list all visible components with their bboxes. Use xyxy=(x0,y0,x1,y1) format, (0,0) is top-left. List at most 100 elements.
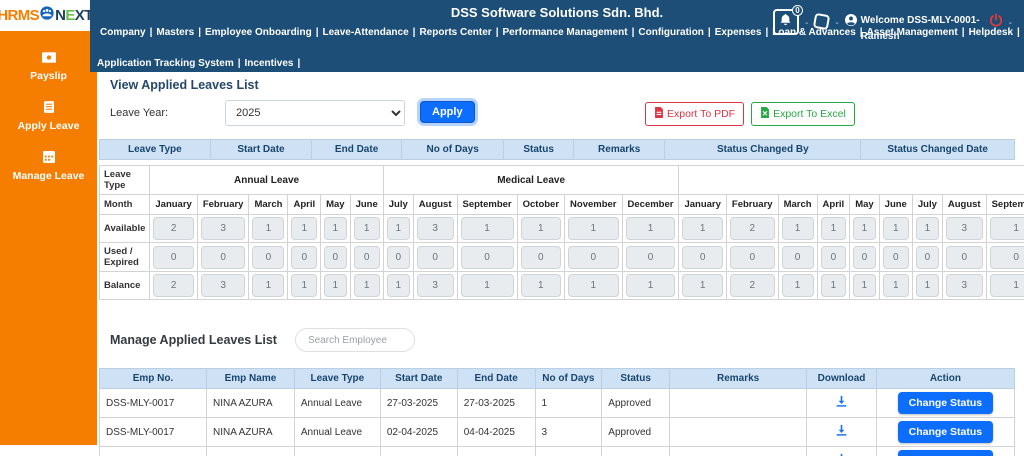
cell-emp-name: NINA AZURA xyxy=(206,388,295,418)
cell-status: Approved xyxy=(601,417,670,447)
balance-cell: 3 xyxy=(412,214,458,243)
balance-row-label: Balance xyxy=(98,271,151,300)
excel-file-icon xyxy=(760,107,770,121)
balance-cell: 1 xyxy=(248,214,289,243)
balance-cell: 1 xyxy=(456,214,518,243)
cell-emp-name: NINA AZURA xyxy=(206,446,295,456)
balance-cell: 1 xyxy=(320,214,351,243)
sub-nav: Application Tracking System | Incentives | xyxy=(97,58,304,69)
balance-value: 1 xyxy=(989,217,1024,240)
cell-emp-no: DSS-MLY-0017 xyxy=(98,388,208,418)
header-cell-status-changed-by: Status Changed By xyxy=(664,139,862,160)
download-arrow-icon[interactable] xyxy=(835,424,848,440)
nav-item-incentives[interactable]: Incentives xyxy=(245,58,294,69)
balance-value: 1 xyxy=(820,274,847,297)
balance-value: 0 xyxy=(915,245,939,269)
welcome-text: Welcome DSS-MLY-0001-Ramesh xyxy=(860,15,980,42)
header-cell-no-of-days: No of Days xyxy=(400,139,505,160)
download-arrow-icon[interactable] xyxy=(835,395,848,411)
power-icon[interactable] xyxy=(989,13,1003,32)
balance-cell: 1 xyxy=(777,271,818,300)
balance-value: 1 xyxy=(853,274,876,297)
nav-item-company[interactable]: Company xyxy=(100,27,146,38)
header-actions: 0 - - Welcome DSS-MLY-0001-Ramesh - xyxy=(772,5,1012,44)
balance-cell: 3 xyxy=(196,214,250,243)
cell-download xyxy=(806,417,877,447)
balance-group-row: Leave Type Annual Leave Medical Leave xyxy=(98,165,1024,195)
export-pdf-label: Export To PDF xyxy=(667,108,736,120)
sidebar-item-apply-leave[interactable]: Apply Leave xyxy=(0,100,97,134)
balance-cell: 0 xyxy=(320,242,351,272)
sidebar-item-label: Manage Leave xyxy=(12,170,85,182)
manage-header-action: Action xyxy=(875,368,1016,389)
change-status-button[interactable]: Change Status xyxy=(897,450,994,456)
balance-value: 1 xyxy=(915,274,939,297)
balance-month-cell: February xyxy=(196,194,250,215)
filter-controls: Leave Year: 2025 Apply Export To PDF Exp… xyxy=(97,98,1024,134)
change-status-button[interactable]: Change Status xyxy=(897,392,994,414)
sidebar-item-payslip[interactable]: Payslip xyxy=(0,50,97,84)
search-employee-input[interactable] xyxy=(294,328,415,352)
balance-cell: 0 xyxy=(248,242,289,272)
balance-value: 1 xyxy=(989,274,1024,297)
balance-value: 1 xyxy=(781,217,814,240)
balance-row-available: Available 2 3 1 1 1 1 1 3 1 1 1 1 1 2 1 … xyxy=(98,214,1024,243)
nav-item-masters[interactable]: Masters xyxy=(156,27,194,38)
manage-title: Manage Applied Leaves List xyxy=(110,333,277,347)
balance-cell: 1 xyxy=(816,214,851,243)
cell-no-of-days: 1 xyxy=(534,388,603,418)
nav-item-employee-onboarding[interactable]: Employee Onboarding xyxy=(205,27,312,38)
nav-item-performance-management[interactable]: Performance Management xyxy=(503,27,628,38)
cell-emp-no: DSS-MLY-0017 xyxy=(98,446,208,456)
manage-header-row: Emp No. Emp Name Leave Type Start Date End D… xyxy=(98,368,1016,389)
cell-emp-name: NINA AZURA xyxy=(206,417,295,447)
nav-item-leave-attendance[interactable]: Leave-Attendance xyxy=(323,27,409,38)
nav-item-application-tracking-system[interactable]: Application Tracking System xyxy=(97,58,234,69)
leave-year-select[interactable]: 2025 xyxy=(225,100,405,126)
balance-month-cell: March xyxy=(777,194,818,215)
manage-header-download: Download xyxy=(806,368,877,389)
sidebar-item-manage-leave[interactable]: Manage Leave xyxy=(0,150,97,184)
nav-item-reports-center[interactable]: Reports Center xyxy=(419,27,491,38)
manage-header-remarks: Remarks xyxy=(668,368,808,389)
balance-cell: 0 xyxy=(382,242,414,272)
balance-value: 1 xyxy=(520,217,562,240)
balance-value: 0 xyxy=(353,245,380,269)
export-excel-button[interactable]: Export To Excel xyxy=(751,102,855,126)
balance-value: 1 xyxy=(324,274,347,297)
header-cell-leave-type: Leave Type xyxy=(99,139,211,160)
nav-separator: | xyxy=(198,27,201,38)
nav-separator: | xyxy=(315,27,319,38)
balance-cell: 1 xyxy=(349,271,384,300)
balance-month-cell: March xyxy=(248,194,289,215)
dropdown-dash: - xyxy=(1008,18,1012,29)
nav-item-configuration[interactable]: Configuration xyxy=(638,27,704,38)
balance-cell: 1 xyxy=(878,271,913,300)
cell-action: Change Status xyxy=(875,417,1016,447)
change-status-button[interactable]: Change Status xyxy=(897,421,994,443)
person-icon xyxy=(844,13,857,44)
notifications-button[interactable]: 0 xyxy=(772,5,803,35)
export-pdf-button[interactable]: Export To PDF xyxy=(645,102,745,126)
balance-group-empty xyxy=(678,165,1024,195)
balance-cell: 1 xyxy=(287,214,322,243)
header-cell-remarks: Remarks xyxy=(572,139,666,160)
sidebar: HRMS NEXT Payslip Apply Leave Manage Lea… xyxy=(0,0,97,445)
balance-cell: 0 xyxy=(849,242,880,272)
cell-leave-type: Annual Leave xyxy=(293,417,381,447)
balance-value: 1 xyxy=(324,217,347,240)
apply-button[interactable]: Apply xyxy=(420,101,475,123)
balance-month-cell: June xyxy=(349,194,384,215)
balance-cell: 1 xyxy=(516,271,566,300)
cell-remarks xyxy=(668,417,808,447)
cell-emp-no: DSS-MLY-0017 xyxy=(98,417,208,447)
balance-cell: 3 xyxy=(412,271,458,300)
cell-leave-type: Annual Leave xyxy=(293,388,381,418)
balance-value: 1 xyxy=(291,217,318,240)
nav-item-expenses[interactable]: Expenses xyxy=(715,27,762,38)
profile-menu[interactable]: Welcome DSS-MLY-0001-Ramesh xyxy=(844,13,983,44)
box-icon[interactable] xyxy=(813,12,831,31)
balance-cell: 0 xyxy=(287,242,322,272)
balance-value: 0 xyxy=(460,245,514,269)
balance-group-medical-leave: Medical Leave xyxy=(382,165,680,195)
